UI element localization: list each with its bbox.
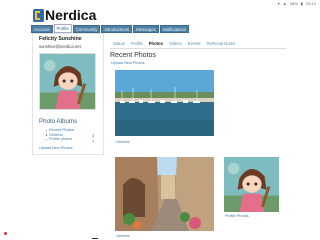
photo-caption-harbor[interactable]: General xyxy=(116,140,130,144)
photo-alley[interactable] xyxy=(115,157,214,231)
tab-events[interactable]: Events xyxy=(185,41,204,47)
brand-name[interactable]: Nerdica xyxy=(45,7,96,23)
scrollbar-indicator xyxy=(92,238,98,239)
album-counts: 3 1 xyxy=(92,134,94,143)
divider xyxy=(110,48,286,49)
recent-photos-title: Recent Photos xyxy=(110,52,156,59)
tab-status[interactable]: Status xyxy=(110,41,128,47)
profile-section-tabs: Status Profile Photos Videos Events Pers… xyxy=(110,41,238,47)
sidebar-upload-link[interactable]: Upload New Photos xyxy=(39,146,73,150)
profile-name: Felicity Sunshine xyxy=(39,36,82,42)
album-count-general: 3 xyxy=(92,134,95,138)
signal-icon: ▲ xyxy=(282,1,287,6)
status-bar: ▾ ▲ 98% ▮ 23:12 xyxy=(0,0,320,7)
albums-title: Photo Albums xyxy=(39,118,78,125)
main-nav: Account Profile Community Introductions … xyxy=(31,24,190,33)
status-right: ▾ ▲ 98% ▮ 23:12 xyxy=(278,1,316,6)
photo-profile-illustration[interactable] xyxy=(224,157,279,212)
upload-new-photos-link[interactable]: Upload New Photos xyxy=(111,61,145,65)
nav-tab-introductions[interactable]: Introductions xyxy=(101,25,133,33)
photo-caption-profile[interactable]: Profile Photos xyxy=(225,214,249,218)
albums-list: Recent Photos General Profile photos xyxy=(46,128,74,142)
wifi-icon: ▾ xyxy=(277,1,280,6)
nav-tab-profile[interactable]: Profile xyxy=(53,24,72,33)
clock: 23:12 xyxy=(305,1,316,6)
battery-percent: 98% xyxy=(289,1,298,6)
nav-tab-notifications[interactable]: Notifications xyxy=(159,25,190,33)
album-link-profile[interactable]: Profile photos xyxy=(46,137,74,142)
profile-email: sunshine@nerdica.net xyxy=(39,44,81,49)
record-indicator-icon xyxy=(4,232,7,235)
tab-profile[interactable]: Profile xyxy=(128,41,146,47)
tab-videos[interactable]: Videos xyxy=(166,41,185,47)
nav-tab-account[interactable]: Account xyxy=(31,25,53,33)
album-count-profile: 1 xyxy=(92,138,95,143)
photo-caption-alley[interactable]: General xyxy=(116,234,130,238)
nav-tab-messages[interactable]: Messages xyxy=(133,25,159,33)
nav-tab-community[interactable]: Community xyxy=(72,25,101,33)
tab-personal-notes[interactable]: Personal Notes xyxy=(204,41,239,47)
photo-harbor[interactable] xyxy=(115,70,214,136)
profile-avatar[interactable] xyxy=(39,53,96,110)
battery-icon: ▮ xyxy=(300,1,303,6)
nerdica-logo-icon[interactable] xyxy=(33,9,44,22)
tab-photos[interactable]: Photos xyxy=(146,41,166,47)
